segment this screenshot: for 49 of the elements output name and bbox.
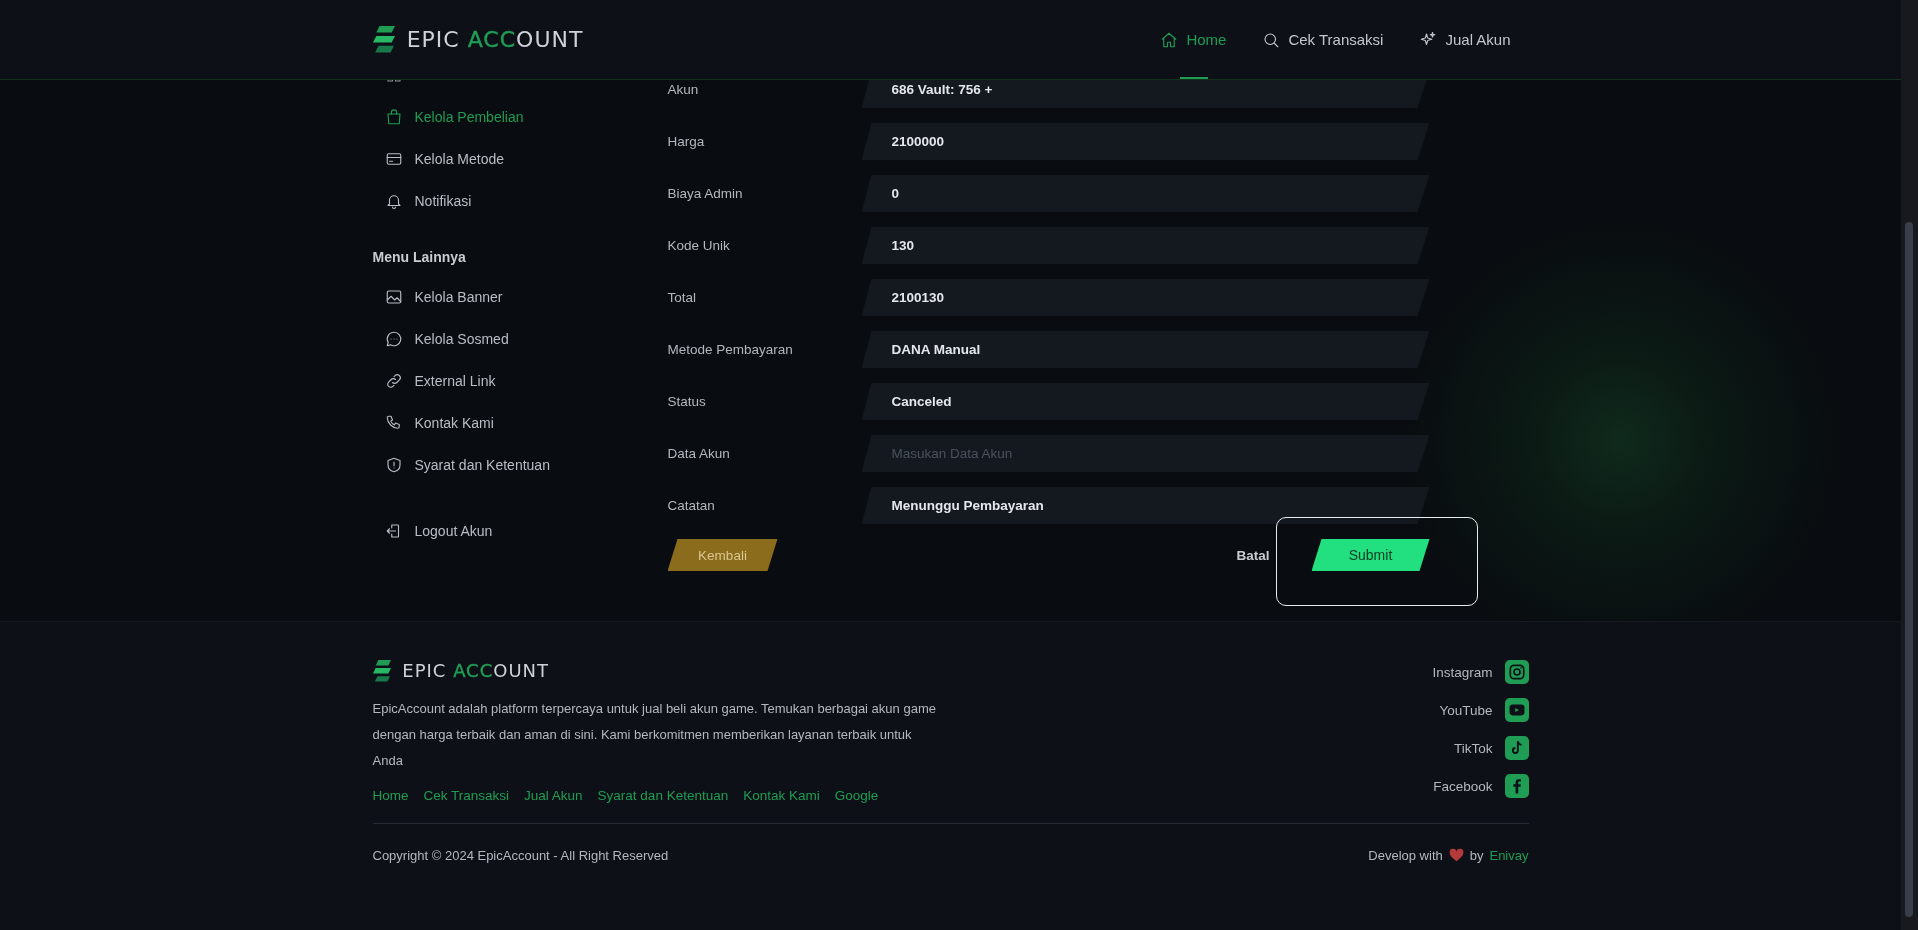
sidebar-item[interactable]: Kelola Sosmed: [372, 318, 668, 360]
field-label: Kode Unik: [667, 238, 731, 253]
sidebar-item[interactable]: Kelola Banner: [372, 276, 668, 318]
sidebar-item[interactable]: External Link: [372, 360, 668, 402]
footer-link[interactable]: Home: [372, 787, 409, 803]
input-field[interactable]: 2100130: [861, 279, 1430, 316]
section-title: Menu Lainnya: [372, 248, 467, 267]
social-link[interactable]: YouTube: [1439, 698, 1529, 722]
social-link[interactable]: Facebook: [1433, 774, 1529, 798]
field-label: Data Akun: [667, 446, 731, 461]
nav-link[interactable]: Home: [1160, 0, 1227, 79]
credit-text: Develop with: [1368, 847, 1443, 863]
social-link[interactable]: TikTok: [1454, 736, 1529, 760]
copyright-text: Copyright © 2024 EpicAccount - All Right Reserved: [372, 847, 669, 863]
input-field[interactable]: DANA Manual: [861, 331, 1430, 368]
social-link[interactable]: Instagram: [1432, 660, 1529, 684]
sidebar-item[interactable]: Kelola Pembelian: [372, 96, 668, 138]
field-label: Akun: [667, 82, 700, 97]
logo-text: EPIC ACCOUNT: [406, 27, 584, 52]
sidebar-item[interactable]: Syarat dan Ketentuan: [372, 444, 668, 486]
footer-link[interactable]: Syarat dan Ketentuan: [597, 787, 729, 803]
credit-text: by: [1469, 847, 1484, 863]
logo-text: EPIC ACCOUNT: [402, 660, 550, 682]
input-field[interactable]: Masukan Data Akun: [861, 435, 1430, 472]
input-field[interactable]: 130: [861, 227, 1430, 264]
author-link[interactable]: Enivay: [1489, 847, 1529, 863]
input-field[interactable]: 2100000: [861, 123, 1430, 160]
input-field[interactable]: Menunggu Pembayaran: [861, 487, 1430, 524]
footer-link[interactable]: Kontak Kami: [743, 787, 820, 803]
sidebar-item[interactable]: Notifikasi: [372, 180, 668, 222]
field-label: Status: [667, 394, 707, 409]
cancel-button[interactable]: Batal: [1236, 539, 1277, 571]
nav-link[interactable]: Jual Akun: [1419, 0, 1511, 79]
logout-link[interactable]: Logout Akun: [372, 510, 668, 552]
field-label: Metode Pembayaran: [667, 342, 794, 357]
sidebar-item[interactable]: Kontak Kami: [372, 402, 668, 444]
field-label: Biaya Admin: [667, 186, 744, 201]
footer-link[interactable]: Cek Transaksi: [423, 787, 510, 803]
field-label: Catatan: [667, 498, 716, 513]
input-field[interactable]: 0: [861, 175, 1430, 212]
site-description: EpicAccount adalah platform terpercaya untuk jual beli akun game. Temukan berbagai akun game dengan harga terbaik dan aman di sini. Kami berkomitmen memberikan layanan terbaik untuk Anda: [372, 699, 937, 770]
field-label: Total: [667, 290, 698, 305]
field-label: Harga: [667, 134, 706, 149]
input-field[interactable]: Canceled: [861, 383, 1430, 420]
sidebar-item[interactable]: Kelola Metode: [372, 138, 668, 180]
footer-link[interactable]: Jual Akun: [524, 787, 583, 803]
footer-link[interactable]: Google: [834, 787, 879, 803]
submit-button[interactable]: Submit: [1311, 539, 1430, 571]
nav-link[interactable]: Cek Transaksi: [1262, 0, 1384, 79]
